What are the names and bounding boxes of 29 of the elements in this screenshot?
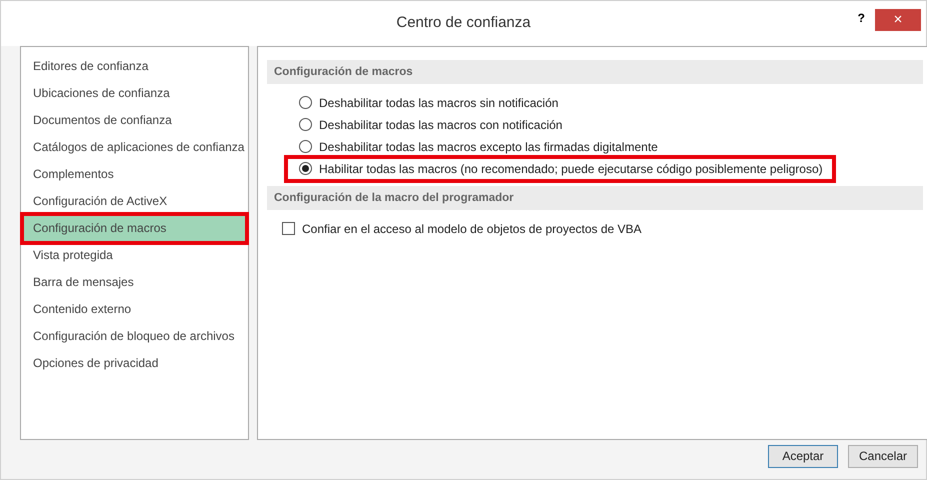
radio-label[interactable]: Habilitar todas las macros (no recomendado; puede ejecutarse código posiblemente peligroso)	[319, 160, 823, 178]
radio-label[interactable]: Deshabilitar todas las macros con notificación	[319, 116, 562, 134]
checkbox[interactable]	[282, 222, 295, 236]
help-button[interactable]: ?	[852, 9, 871, 27]
radio-label[interactable]: Deshabilitar todas las macros excepto las firmadas digitalmente	[319, 138, 658, 156]
radio-label[interactable]: Deshabilitar todas las macros sin notificación	[319, 94, 558, 112]
sidebar-item[interactable]: Documentos de confianza	[23, 106, 246, 134]
sidebar-item[interactable]: Editores de confianza	[23, 52, 246, 80]
sidebar-item[interactable]: Configuración de bloqueo de archivos	[23, 322, 246, 350]
sidebar-item[interactable]: Complementos	[23, 160, 246, 188]
sidebar-item[interactable]: Catálogos de aplicaciones de confianza	[23, 134, 246, 161]
sidebar-item[interactable]: Opciones de privacidad	[23, 350, 246, 377]
radio-button[interactable]	[299, 118, 312, 132]
window-title: Centro de confianza	[396, 13, 531, 34]
close-button[interactable]: ×	[875, 9, 921, 31]
section-header: Configuración de macros	[267, 60, 923, 84]
dialog-button[interactable]: Cancelar	[848, 444, 918, 468]
sidebar-item[interactable]: Barra de mensajes	[23, 268, 246, 296]
sidebar-item[interactable]: Configuración de macros	[23, 214, 246, 242]
sidebar-item[interactable]: Contenido externo	[23, 296, 246, 323]
sidebar-item[interactable]: Configuración de ActiveX	[23, 188, 246, 215]
radio-button[interactable]	[299, 162, 312, 176]
sidebar-item[interactable]: Ubicaciones de confianza	[23, 80, 246, 107]
checkbox-label[interactable]: Confiar en el acceso al modelo de objetos de proyectos de VBA	[302, 220, 642, 238]
dialog-button[interactable]: Aceptar	[768, 444, 838, 468]
radio-button[interactable]	[299, 140, 312, 154]
section-header: Configuración de la macro del programador	[267, 186, 923, 210]
radio-button[interactable]	[299, 96, 312, 110]
sidebar-item[interactable]: Vista protegida	[23, 242, 246, 269]
